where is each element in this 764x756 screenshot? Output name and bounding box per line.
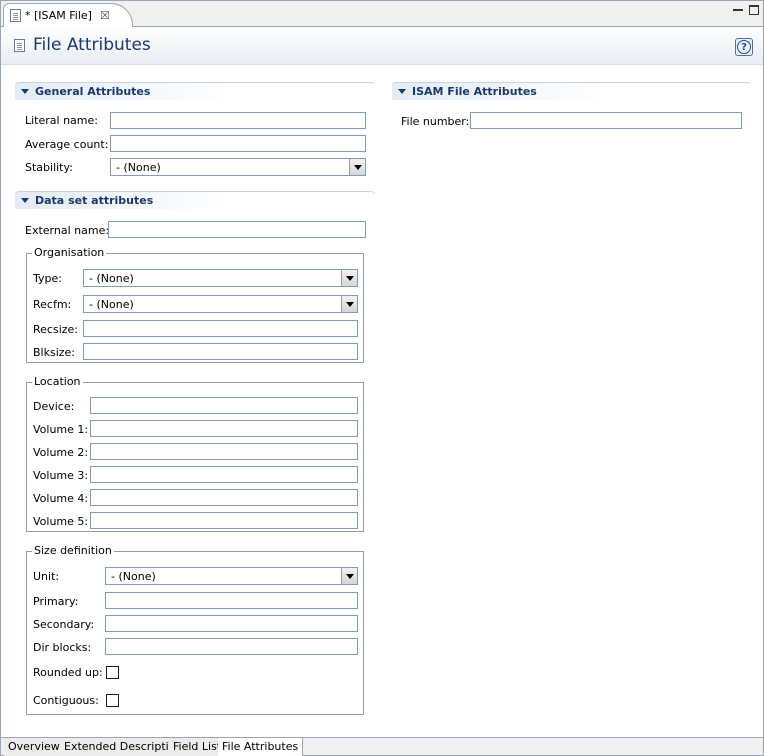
volume-1-input[interactable]	[90, 420, 358, 437]
close-tab-icon[interactable]: ☒	[100, 9, 110, 22]
average-count-input[interactable]	[110, 135, 366, 152]
general-attributes-section-header[interactable]: General Attributes	[15, 82, 375, 100]
general-attributes-title: General Attributes	[35, 85, 151, 98]
isam-attributes-title: ISAM File Attributes	[412, 85, 537, 98]
recsize-label: Recsize:	[33, 323, 78, 336]
recfm-value: - (None)	[89, 298, 134, 311]
page-title: File Attributes	[33, 35, 151, 55]
form-document-icon	[14, 39, 25, 52]
form-header: File Attributes ?	[1, 27, 763, 65]
maximize-icon[interactable]	[749, 5, 759, 15]
type-label: Type:	[33, 272, 62, 285]
unit-label: Unit:	[33, 570, 60, 583]
average-count-label: Average count:	[25, 138, 109, 151]
dropdown-arrow-icon[interactable]	[341, 296, 357, 312]
tab-file-attributes[interactable]: File Attributes	[218, 738, 304, 756]
device-input[interactable]	[90, 397, 358, 414]
minimize-icon[interactable]	[733, 5, 743, 11]
volume-3-input[interactable]	[90, 466, 358, 483]
literal-name-label: Literal name:	[25, 114, 98, 127]
unit-value: - (None)	[111, 570, 156, 583]
collapse-triangle-icon[interactable]	[21, 198, 29, 203]
contiguous-label: Contiguous:	[33, 694, 99, 707]
help-button[interactable]: ?	[735, 38, 753, 56]
size-definition-group-label: Size definition	[32, 544, 114, 557]
tab-overview[interactable]: Overview	[4, 738, 65, 756]
editor-window: * [ISAM File] ☒ File Attributes ? Genera…	[0, 0, 764, 756]
device-label: Device:	[33, 400, 75, 413]
volume-2-label: Volume 2:	[33, 446, 89, 459]
dropdown-arrow-icon[interactable]	[349, 159, 365, 175]
external-name-input[interactable]	[108, 221, 366, 238]
volume-1-label: Volume 1:	[33, 423, 89, 436]
recfm-label: Recfm:	[33, 298, 72, 311]
dir-blocks-input[interactable]	[105, 638, 358, 655]
unit-select[interactable]: - (None)	[105, 567, 358, 585]
rounded-up-label: Rounded up:	[33, 666, 103, 679]
organisation-group-label: Organisation	[32, 246, 107, 259]
isam-attributes-section-header[interactable]: ISAM File Attributes	[392, 82, 751, 100]
volume-5-input[interactable]	[90, 512, 358, 529]
file-number-input[interactable]	[470, 112, 742, 129]
stability-label: Stability:	[25, 161, 73, 174]
editor-tab-label: * [ISAM File]	[25, 9, 92, 22]
external-name-label: External name:	[25, 224, 110, 237]
dataset-attributes-title: Data set attributes	[35, 194, 154, 207]
primary-input[interactable]	[105, 592, 358, 609]
literal-name-input[interactable]	[110, 112, 366, 129]
blksize-input[interactable]	[83, 343, 358, 360]
collapse-triangle-icon[interactable]	[398, 89, 406, 94]
recfm-select[interactable]: - (None)	[83, 295, 358, 313]
blksize-label: Blksize:	[33, 346, 76, 359]
location-group-label: Location	[32, 375, 83, 388]
dropdown-arrow-icon[interactable]	[341, 568, 357, 584]
volume-4-label: Volume 4:	[33, 492, 89, 505]
collapse-triangle-icon[interactable]	[21, 89, 29, 94]
secondary-input[interactable]	[105, 615, 358, 632]
dir-blocks-label: Dir blocks:	[33, 641, 92, 654]
primary-label: Primary:	[33, 595, 79, 608]
secondary-label: Secondary:	[33, 618, 95, 631]
editor-tab-isam-file[interactable]: * [ISAM File] ☒	[3, 3, 133, 27]
rounded-up-checkbox[interactable]	[106, 666, 119, 679]
recsize-input[interactable]	[83, 320, 358, 337]
dataset-attributes-section-header[interactable]: Data set attributes	[15, 191, 375, 209]
bottom-tab-bar: Overview Extended Description Field List…	[1, 737, 763, 756]
type-select[interactable]: - (None)	[83, 269, 358, 287]
stability-select[interactable]: - (None)	[110, 158, 366, 176]
stability-value: - (None)	[116, 161, 161, 174]
volume-5-label: Volume 5:	[33, 515, 89, 528]
file-number-label: File number:	[401, 115, 470, 128]
help-icon: ?	[737, 40, 751, 54]
dropdown-arrow-icon[interactable]	[341, 270, 357, 286]
editor-tab-strip: * [ISAM File] ☒	[1, 1, 763, 27]
volume-2-input[interactable]	[90, 443, 358, 460]
type-value: - (None)	[89, 272, 134, 285]
contiguous-checkbox[interactable]	[106, 694, 119, 707]
volume-4-input[interactable]	[90, 489, 358, 506]
volume-3-label: Volume 3:	[33, 469, 89, 482]
document-icon	[10, 9, 21, 22]
